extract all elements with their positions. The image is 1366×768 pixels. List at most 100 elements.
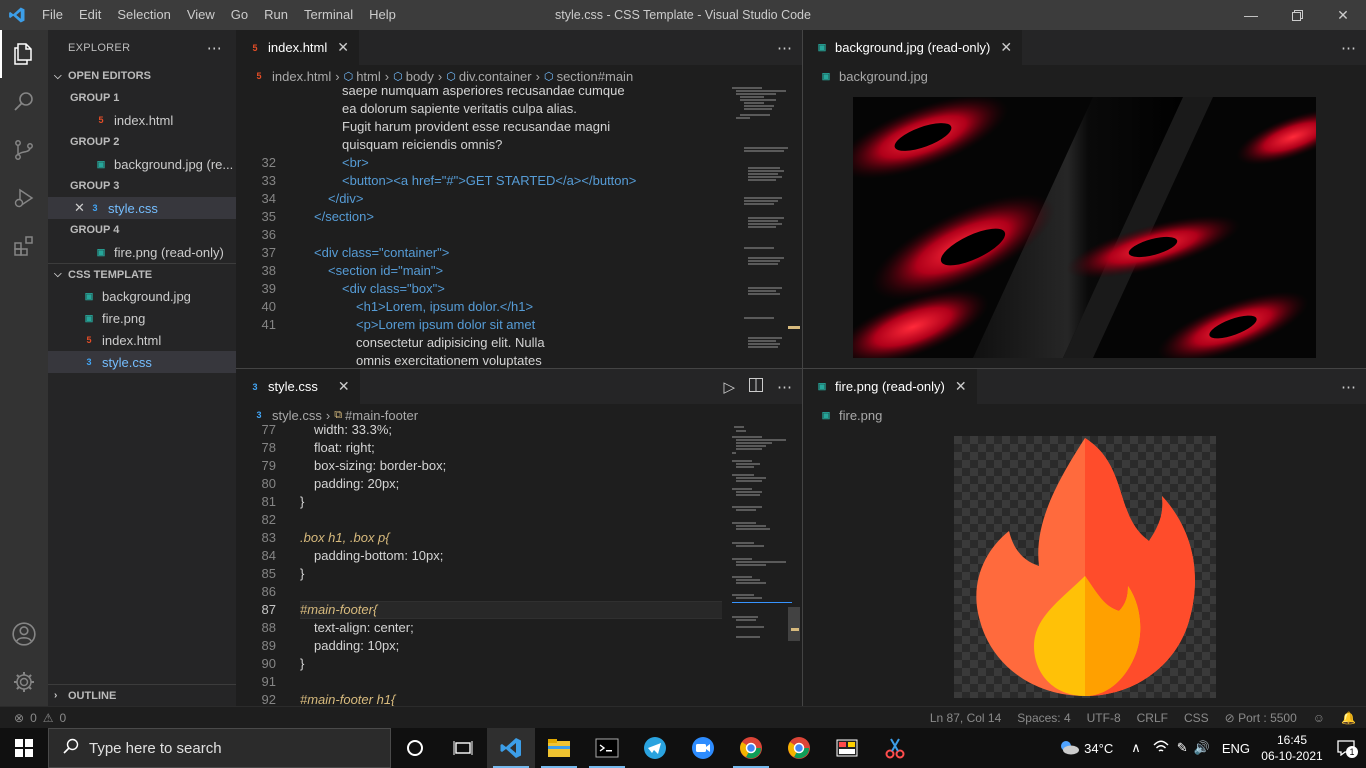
close-tab-icon[interactable]: ✕ bbox=[337, 39, 349, 56]
menu-selection[interactable]: Selection bbox=[109, 0, 178, 30]
clock[interactable]: 16:45 06-10-2021 bbox=[1258, 732, 1326, 764]
close-tab-icon[interactable]: ✕ bbox=[955, 378, 967, 395]
split-editor-icon[interactable] bbox=[749, 377, 763, 396]
manage-gear-icon[interactable] bbox=[0, 658, 48, 706]
code-editor-html[interactable]: saepe numquam asperiores recusandae cumq… bbox=[236, 82, 726, 368]
tab-fire-png[interactable]: ▣ fire.png (read-only) ✕ bbox=[803, 369, 977, 404]
run-debug-icon[interactable] bbox=[0, 174, 48, 222]
chevron-up-icon[interactable]: ∧ bbox=[1131, 740, 1141, 756]
media-app-icon[interactable] bbox=[823, 728, 871, 768]
windows-start-icon[interactable] bbox=[0, 728, 48, 768]
line-ending[interactable]: CRLF bbox=[1137, 711, 1168, 725]
explorer-icon[interactable] bbox=[0, 30, 48, 78]
warning-icon: ⚠ bbox=[42, 710, 54, 725]
open-editor-item-active[interactable]: ✕ 3 style.css bbox=[48, 197, 236, 219]
notification-center-icon[interactable]: 1 bbox=[1326, 740, 1366, 758]
accounts-icon[interactable] bbox=[0, 610, 48, 658]
extensions-icon[interactable] bbox=[0, 222, 48, 270]
open-editor-item[interactable]: ▣ fire.png (read-only) bbox=[48, 241, 236, 263]
close-tab-icon[interactable]: ✕ bbox=[338, 378, 350, 395]
menu-help[interactable]: Help bbox=[361, 0, 404, 30]
zoom-icon[interactable] bbox=[679, 728, 727, 768]
telegram-icon[interactable] bbox=[631, 728, 679, 768]
weather-temp[interactable]: 34°C bbox=[1084, 741, 1113, 756]
wifi-icon[interactable] bbox=[1153, 740, 1169, 757]
terminal-icon[interactable] bbox=[583, 728, 631, 768]
feedback-icon[interactable]: ☺ bbox=[1313, 711, 1325, 725]
pen-icon[interactable]: ✎ bbox=[1177, 740, 1188, 756]
close-editor-icon[interactable]: ✕ bbox=[74, 200, 88, 216]
line-number: 38 bbox=[261, 263, 276, 278]
menu-edit[interactable]: Edit bbox=[71, 0, 109, 30]
project-section[interactable]: ⌵ CSS TEMPLATE bbox=[48, 263, 236, 285]
indentation[interactable]: Spaces: 4 bbox=[1017, 711, 1070, 725]
minimize-icon[interactable]: — bbox=[1228, 0, 1274, 30]
code-editor-css[interactable]: 77 width: 33.3%; 78 float: right; 79 box-si… bbox=[236, 421, 726, 706]
more-actions-icon[interactable]: ⋯ bbox=[777, 378, 792, 396]
vscode-taskbar-icon[interactable] bbox=[487, 728, 535, 768]
snipping-tool-icon[interactable] bbox=[871, 728, 919, 768]
cursor-position[interactable]: Ln 87, Col 14 bbox=[930, 711, 1001, 725]
chrome-profile-icon[interactable] bbox=[727, 728, 775, 768]
file-item[interactable]: ▣ fire.png bbox=[48, 307, 236, 329]
file-name: fire.png bbox=[102, 310, 146, 326]
menu-terminal[interactable]: Terminal bbox=[296, 0, 361, 30]
breadcrumb-item[interactable]: fire.png bbox=[839, 408, 882, 423]
file-item-active[interactable]: 3 style.css bbox=[48, 351, 236, 373]
more-actions-icon[interactable]: ⋯ bbox=[1341, 378, 1356, 396]
source-control-icon[interactable] bbox=[0, 126, 48, 174]
minimap[interactable] bbox=[732, 87, 792, 367]
line-number: 82 bbox=[261, 512, 276, 527]
line-number: 35 bbox=[261, 209, 276, 224]
menu-go[interactable]: Go bbox=[223, 0, 256, 30]
line-number: 84 bbox=[261, 548, 276, 563]
encoding[interactable]: UTF-8 bbox=[1087, 711, 1121, 725]
minimap-preview bbox=[732, 87, 788, 348]
more-actions-icon[interactable]: ⋯ bbox=[207, 39, 222, 57]
tab-background-jpg[interactable]: ▣ background.jpg (read-only) ✕ bbox=[803, 30, 1023, 65]
tab-style-css[interactable]: 3 style.css ✕ bbox=[236, 369, 360, 404]
open-editor-item[interactable]: 5 index.html bbox=[48, 109, 236, 131]
file-explorer-icon[interactable] bbox=[535, 728, 583, 768]
notifications-bell-icon[interactable]: 🔔 bbox=[1341, 711, 1356, 725]
live-server-port[interactable]: ⊘ Port : 5500 bbox=[1225, 711, 1297, 725]
more-actions-icon[interactable]: ⋯ bbox=[1341, 39, 1356, 57]
run-icon[interactable]: ▷ bbox=[723, 378, 735, 396]
file-item[interactable]: ▣ background.jpg bbox=[48, 285, 236, 307]
outline-section[interactable]: › OUTLINE bbox=[48, 684, 236, 706]
menu-run[interactable]: Run bbox=[256, 0, 296, 30]
search-icon[interactable] bbox=[0, 78, 48, 126]
cortana-icon[interactable] bbox=[391, 728, 439, 768]
tab-index-html[interactable]: 5 index.html ✕ bbox=[236, 30, 359, 65]
close-window-icon[interactable]: ✕ bbox=[1320, 0, 1366, 30]
task-view-icon[interactable] bbox=[439, 728, 487, 768]
scrollbar-thumb[interactable] bbox=[788, 607, 800, 641]
minimap[interactable] bbox=[732, 426, 792, 706]
file-item[interactable]: 5 index.html bbox=[48, 329, 236, 351]
group-label: GROUP 1 bbox=[70, 92, 120, 104]
close-tab-icon[interactable]: ✕ bbox=[1000, 39, 1012, 56]
input-language[interactable]: ENG bbox=[1222, 741, 1250, 756]
problems-indicator[interactable]: ⊗ 0 ⚠ 0 bbox=[0, 711, 66, 725]
explorer-title: EXPLORER bbox=[68, 41, 131, 54]
element-icon: ⬡ bbox=[343, 70, 354, 83]
more-actions-icon[interactable]: ⋯ bbox=[777, 39, 792, 57]
open-editors-section[interactable]: ⌵ OPEN EDITORS bbox=[48, 65, 236, 87]
volume-icon[interactable]: 🔊 bbox=[1194, 740, 1210, 756]
chevron-down-icon: ⌵ bbox=[54, 269, 62, 280]
code-line: #main-footer{ bbox=[300, 602, 378, 617]
code-line: padding-bottom: 10px; bbox=[314, 548, 444, 563]
file-name: style.css bbox=[102, 354, 152, 370]
weather-icon[interactable] bbox=[1058, 739, 1080, 758]
breadcrumb-item[interactable]: background.jpg bbox=[839, 69, 928, 84]
open-editor-item[interactable]: ▣ background.jpg (re... bbox=[48, 153, 236, 175]
line-number: 89 bbox=[261, 638, 276, 653]
restore-icon[interactable] bbox=[1274, 0, 1320, 30]
code-line: text-align: center; bbox=[314, 620, 414, 635]
menu-file[interactable]: File bbox=[34, 0, 71, 30]
background-image-preview bbox=[837, 95, 1350, 365]
menu-view[interactable]: View bbox=[179, 0, 223, 30]
taskbar-search-box[interactable]: Type here to search bbox=[48, 728, 391, 768]
chrome-icon[interactable] bbox=[775, 728, 823, 768]
language-mode[interactable]: CSS bbox=[1184, 711, 1209, 725]
